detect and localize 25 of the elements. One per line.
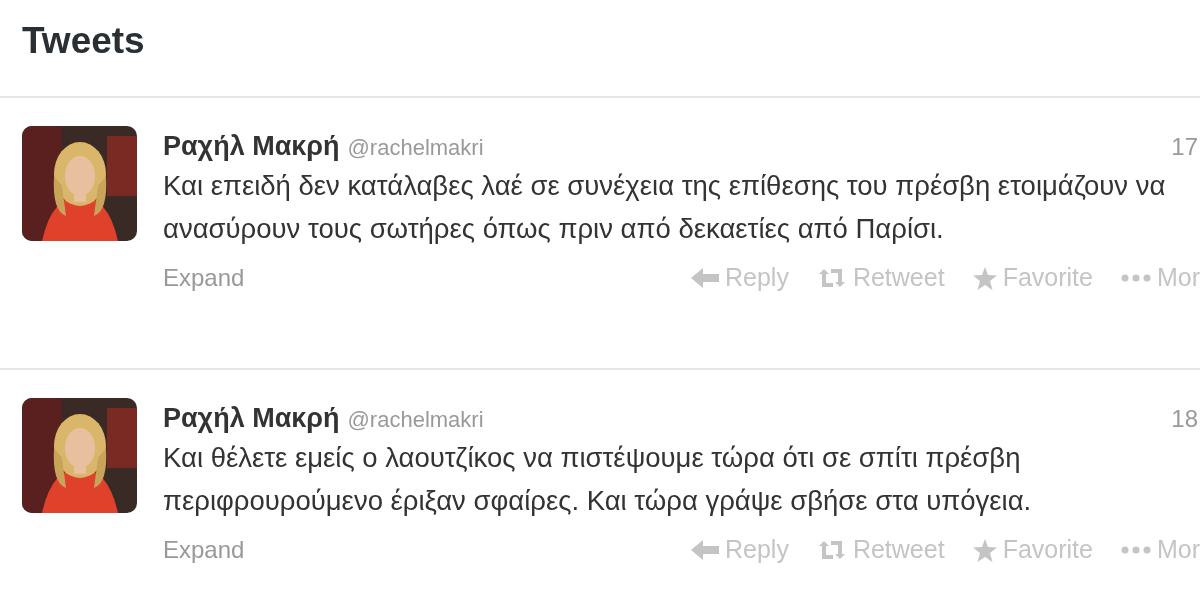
tweet-time[interactable]: 17 xyxy=(1171,129,1198,165)
user-handle[interactable]: @rachelmakri xyxy=(347,131,484,164)
retweet-button[interactable]: Retweet xyxy=(816,259,945,297)
more-button[interactable]: Mor xyxy=(1120,531,1200,569)
tweet-time[interactable]: 18 xyxy=(1171,401,1198,437)
reply-icon xyxy=(691,540,719,560)
expand-link[interactable]: Expand xyxy=(163,532,245,568)
retweet-button[interactable]: Retweet xyxy=(816,531,945,569)
more-button[interactable]: Mor xyxy=(1120,259,1200,297)
tweet-text: Και επειδή δεν κατάλαβες λαέ σε συνέχεια της επίθεσης του πρέσβη ετοιμάζουν να ανασύρουν τους σωτήρες όπως πριν από δεκαετίες από Παρίσι. xyxy=(163,169,1167,246)
tweet-text: Και θέλετε εμείς ο λαουτζίκος να πιστέψουμε τώρα ότι σε σπίτι πρέσβη περιφρουρούμενο έριξαν σφαίρες. Και τώρα γράψε σβήσε στα υπόγεια. xyxy=(163,441,1033,518)
favorite-button[interactable]: Favorite xyxy=(972,259,1093,297)
page-title: Tweets xyxy=(22,22,145,59)
favorite-button[interactable]: Favorite xyxy=(972,531,1093,569)
reply-icon xyxy=(691,268,719,288)
user-name[interactable]: Ραχήλ Μακρή xyxy=(163,126,340,167)
expand-link[interactable]: Expand xyxy=(163,260,245,296)
user-handle[interactable]: @rachelmakri xyxy=(347,403,484,436)
star-icon xyxy=(972,538,997,562)
dots-icon xyxy=(1120,274,1151,282)
reply-button[interactable]: Reply xyxy=(691,531,789,569)
reply-button[interactable]: Reply xyxy=(691,259,789,297)
dots-icon xyxy=(1120,546,1151,554)
user-name[interactable]: Ραχήλ Μακρή xyxy=(163,398,340,439)
star-icon xyxy=(972,266,997,290)
